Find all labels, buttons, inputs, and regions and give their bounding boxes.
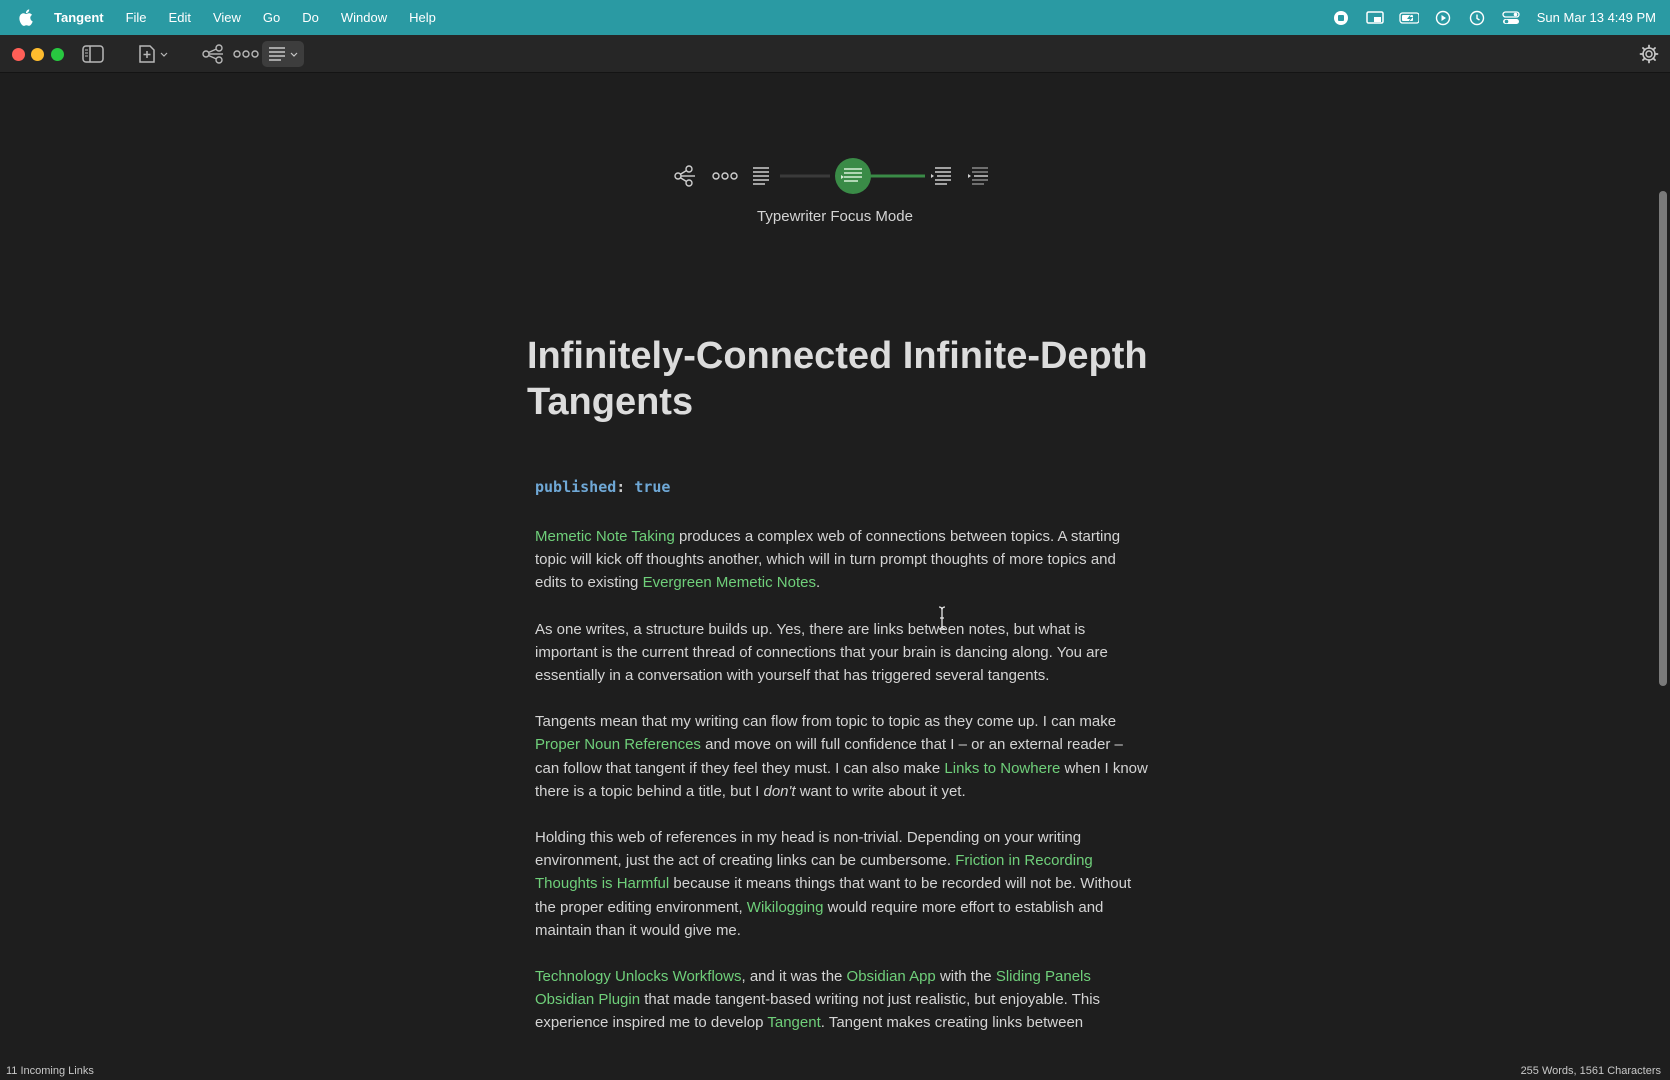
frontmatter-value: true <box>634 478 671 496</box>
frontmatter-colon: : <box>616 478 626 496</box>
focus-mode-label: Typewriter Focus Mode <box>757 208 913 225</box>
menu-edit[interactable]: Edit <box>169 10 191 25</box>
menu-help[interactable]: Help <box>409 10 436 25</box>
status-bar: 11 Incoming Links 255 Words, 1561 Charac… <box>0 1063 1670 1080</box>
text-cursor-icon <box>938 606 946 630</box>
wikilink-technology-unlocks-workflows[interactable]: Technology Unlocks Workflows <box>535 968 741 985</box>
frontmatter[interactable]: published: true <box>535 478 670 496</box>
wikilink-evergreen-memetic-notes[interactable]: Evergreen Memetic Notes <box>643 574 816 591</box>
minimize-window-button[interactable] <box>31 48 44 61</box>
focus-mode-dropdown[interactable] <box>262 41 304 67</box>
fullscreen-window-button[interactable] <box>51 48 64 61</box>
time-machine-icon[interactable] <box>1467 8 1487 28</box>
sidebar-toggle-icon[interactable] <box>80 41 106 67</box>
paragraph-mode-icon[interactable] <box>753 167 769 185</box>
frontmatter-key: published <box>535 478 617 496</box>
focus-mode-selector <box>674 158 988 194</box>
menu-go[interactable]: Go <box>263 10 280 25</box>
thread-mode-icon[interactable] <box>712 172 738 180</box>
menu-view[interactable]: View <box>213 10 241 25</box>
vertical-scrollbar[interactable] <box>1659 191 1667 686</box>
screen-record-icon[interactable] <box>1331 8 1351 28</box>
menu-do[interactable]: Do <box>302 10 319 25</box>
editor-area[interactable]: Typewriter Focus Mode Infinitely-Connect… <box>0 73 1670 1063</box>
screen-mirror-icon[interactable] <box>1365 8 1385 28</box>
emphasis-text: don't <box>763 782 796 800</box>
paragraph-text: . <box>815 574 821 592</box>
gear-icon[interactable] <box>1636 41 1662 67</box>
paragraph-4: Holding this web of references in my hea… <box>535 826 1150 942</box>
paragraph-text: . Tangent makes creating links between <box>820 1014 1084 1032</box>
menu-window[interactable]: Window <box>341 10 387 25</box>
wikilink-wikilogging[interactable]: Wikilogging <box>747 899 824 916</box>
thread-view-icon[interactable] <box>232 41 260 67</box>
word-character-count: 255 Words, 1561 Characters <box>1520 1065 1661 1077</box>
wikilink-tangent[interactable]: Tangent <box>767 1014 820 1031</box>
paragraph-3: Tangents mean that my writing can flow f… <box>535 710 1150 803</box>
menu-app-name[interactable]: Tangent <box>54 10 104 25</box>
menu-bar: Tangent File Edit View Go Do Window Help… <box>0 0 1670 35</box>
menubar-clock[interactable]: Sun Mar 13 4:49 PM <box>1537 10 1656 25</box>
wikilink-links-to-nowhere[interactable]: Links to Nowhere <box>944 760 1060 777</box>
play-icon[interactable] <box>1433 8 1453 28</box>
wikilink-proper-noun-references[interactable]: Proper Noun References <box>535 736 701 753</box>
apple-icon[interactable] <box>18 9 34 27</box>
graph-map-icon[interactable] <box>200 41 226 67</box>
window-toolbar <box>0 35 1670 73</box>
paragraph-text: want to write about it yet. <box>795 782 966 800</box>
paragraph-2: As one writes, a structure builds up. Ye… <box>535 620 1108 685</box>
document-title[interactable]: Infinitely-Connected Infinite-Depth Tang… <box>527 333 1167 425</box>
incoming-links-count[interactable]: 11 Incoming Links <box>6 1065 94 1077</box>
document-body[interactable]: Memetic Note Taking produces a complex w… <box>535 525 1150 1058</box>
paragraph-text: Tangents mean that my writing can flow f… <box>535 713 1117 731</box>
wikilink-obsidian-app[interactable]: Obsidian App <box>847 968 936 985</box>
new-note-button[interactable] <box>136 41 172 67</box>
sentence-mode-icon[interactable] <box>968 167 988 185</box>
line-mode-icon[interactable] <box>931 167 951 185</box>
menu-file[interactable]: File <box>126 10 147 25</box>
battery-charging-icon[interactable] <box>1399 8 1419 28</box>
typewriter-mode-knob[interactable] <box>835 158 871 194</box>
close-window-button[interactable] <box>12 48 25 61</box>
paragraph-text: with the <box>935 968 996 986</box>
map-mode-icon[interactable] <box>674 165 695 187</box>
paragraph-1: Memetic Note Taking produces a complex w… <box>535 525 1150 595</box>
paragraph-5: Technology Unlocks Workflows, and it was… <box>535 965 1150 1035</box>
wikilink-memetic-note-taking[interactable]: Memetic Note Taking <box>535 528 675 545</box>
control-center-icon[interactable] <box>1501 8 1521 28</box>
paragraph-text: , and it was the <box>741 968 847 986</box>
